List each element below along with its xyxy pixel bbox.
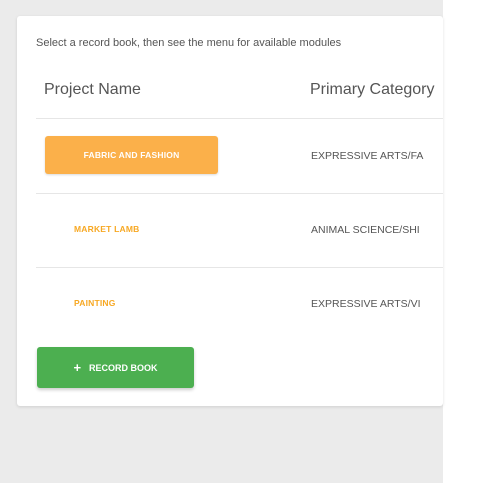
category-cell: EXPRESSIVE ARTS/VI	[311, 298, 421, 310]
instructions-text: Select a record book, then see the menu …	[36, 37, 342, 49]
add-record-book-label: RECORD BOOK	[89, 362, 158, 373]
record-book-card: Select a record book, then see the menu …	[17, 16, 443, 406]
right-margin	[443, 0, 477, 483]
add-record-book-button[interactable]: + RECORD BOOK	[37, 347, 194, 388]
row-divider	[36, 267, 443, 268]
plus-icon: +	[73, 360, 82, 375]
record-book-market-lamb[interactable]: MARKET LAMB	[45, 210, 218, 248]
category-cell: EXPRESSIVE ARTS/FA	[311, 150, 424, 162]
category-cell: ANIMAL SCIENCE/SHI	[311, 224, 420, 236]
row-divider	[36, 193, 443, 194]
record-book-painting[interactable]: PAINTING	[45, 284, 218, 322]
header-divider	[36, 118, 443, 119]
record-book-fabric-and-fashion[interactable]: FABRIC AND FASHION	[45, 136, 218, 174]
column-header-project-name: Project Name	[44, 81, 141, 98]
column-header-primary-category: Primary Category	[310, 81, 435, 98]
